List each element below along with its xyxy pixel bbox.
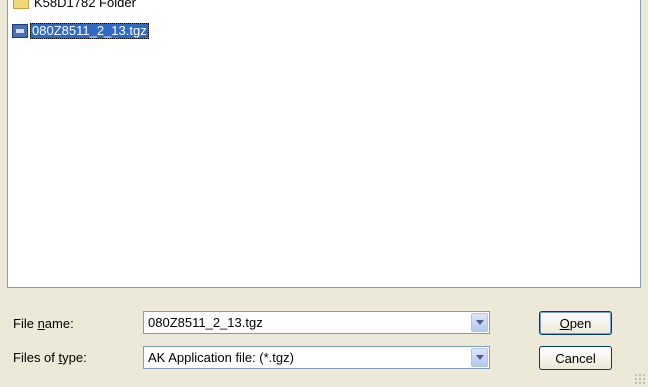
chevron-down-icon	[475, 355, 484, 360]
open-button-key: O	[559, 315, 570, 331]
chevron-down-icon	[475, 320, 484, 325]
file-name-combo[interactable]: 080Z8511_2_13.tgz	[143, 311, 490, 334]
open-button[interactable]: Open	[539, 311, 612, 335]
file-name-label-pre: File	[13, 316, 38, 331]
file-type-label-pre: Files of	[13, 350, 59, 365]
list-item-label: 080Z8511_2_13.tgz	[30, 23, 149, 39]
file-type-label: Files of type:	[13, 350, 87, 366]
tgz-file-icon	[12, 24, 28, 38]
cancel-button[interactable]: Cancel	[539, 346, 612, 370]
file-list[interactable]: K58D1782 Folder 080Z8511_2_13.tgz	[7, 0, 641, 288]
open-button-label: pen	[569, 315, 592, 331]
folder-icon	[12, 0, 30, 10]
list-item-label: K58D1782 Folder	[34, 0, 136, 10]
list-item-folder[interactable]: K58D1782 Folder	[12, 0, 138, 12]
list-item-selected-file[interactable]: 080Z8511_2_13.tgz	[12, 22, 149, 40]
cancel-button-label: Cancel	[555, 350, 596, 366]
file-name-label: File name:	[13, 316, 74, 332]
resize-grip-icon[interactable]	[634, 373, 646, 385]
file-type-label-post: ype:	[62, 350, 87, 365]
file-name-dropdown-button[interactable]	[471, 313, 488, 332]
file-name-label-post: ame:	[44, 316, 74, 331]
file-type-combo[interactable]: AK Application file: (*.tgz)	[143, 346, 490, 369]
file-name-input[interactable]: 080Z8511_2_13.tgz	[144, 315, 471, 330]
file-type-dropdown-button[interactable]	[471, 348, 488, 367]
file-name-label-key: n	[37, 316, 45, 331]
file-type-select[interactable]: AK Application file: (*.tgz)	[144, 350, 471, 365]
